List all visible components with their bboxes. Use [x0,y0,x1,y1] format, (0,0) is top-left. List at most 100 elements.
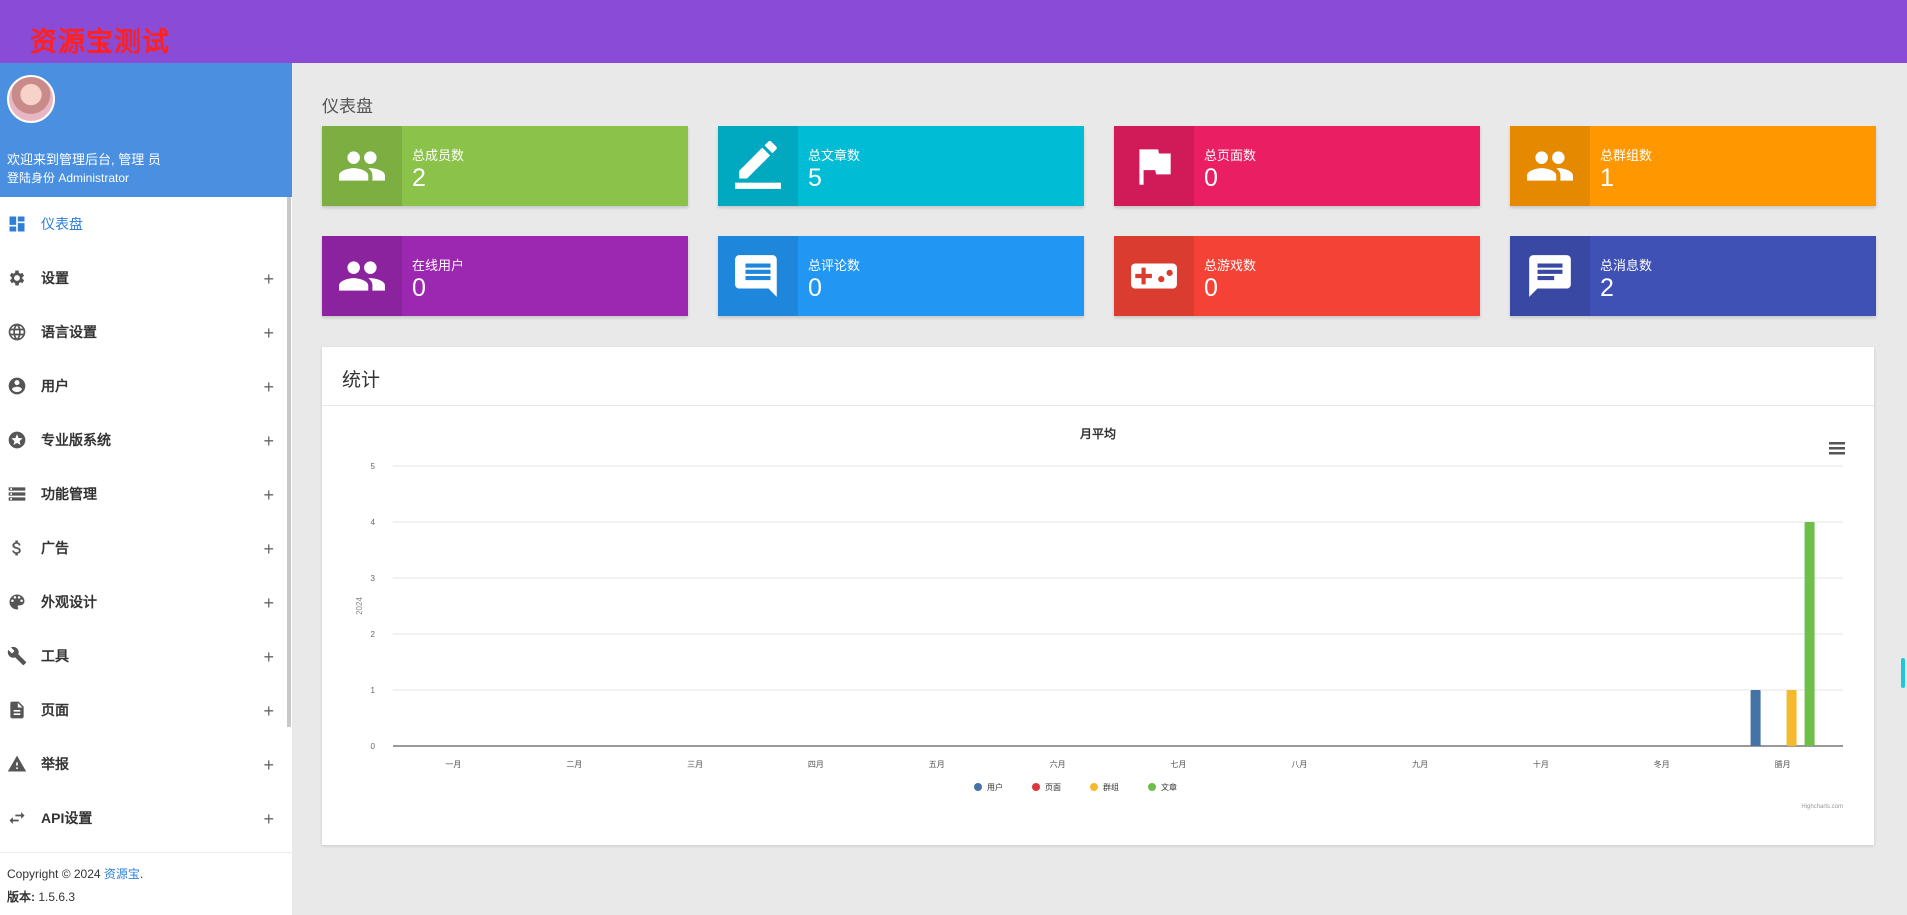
page-title: 仪表盘 [322,97,373,116]
expand-plus-icon[interactable]: + [263,269,274,290]
stat-card-label: 总成员数 [412,148,465,163]
expand-plus-icon[interactable]: + [263,593,274,614]
y-axis-label: 2024 [355,597,364,615]
sidebar-item-1[interactable]: 设置 + [0,251,292,305]
copyright-link[interactable]: 资源宝 [104,867,140,881]
sidebar-item-label: 设置 [41,270,69,286]
stat-card[interactable]: 总消息数 2 [1510,236,1876,316]
stat-card[interactable]: 总评论数 0 [718,236,1084,316]
stat-card-label: 总游戏数 [1204,258,1257,273]
expand-plus-icon[interactable]: + [263,377,274,398]
stat-card-value: 2 [412,164,426,192]
stat-card[interactable]: 总群组数 1 [1510,126,1876,206]
page-scrollbar-thumb[interactable] [1901,658,1905,688]
page-scrollbar[interactable] [1899,636,1907,696]
sidebar-item-6[interactable]: 广告 + [0,521,292,575]
edit-icon [718,126,798,206]
copyright-text: Copyright © 2024 [7,867,104,881]
legend-label[interactable]: 文章 [1161,782,1177,792]
sidebar-item-10[interactable]: 举报 + [0,737,292,791]
stat-card-label: 总消息数 [1600,258,1653,273]
sidebar-item-0[interactable]: 仪表盘 [0,197,292,251]
stat-card-value: 0 [808,274,822,302]
welcome-text: 欢迎来到管理后台, 管理 员 [7,152,161,167]
expand-plus-icon[interactable]: + [263,323,274,344]
avatar[interactable] [7,75,55,123]
x-tick-label: 十月 [1533,759,1549,769]
expand-plus-icon[interactable]: + [263,647,274,668]
bar-群组[interactable] [1786,690,1797,746]
sidebar-item-label: API设置 [41,810,93,826]
stat-card-label: 总群组数 [1600,148,1653,163]
star-icon [7,430,27,450]
stat-card-label: 总评论数 [808,258,861,273]
sidebar-item-label: 页面 [41,702,69,718]
sidebar-item-4[interactable]: 专业版系统 + [0,413,292,467]
storage-icon [7,484,27,504]
chart-credit[interactable]: Highcharts.com [1801,804,1843,810]
expand-plus-icon[interactable]: + [263,755,274,776]
sidebar-divider [0,852,292,853]
legend-marker[interactable] [1090,783,1098,791]
stat-card[interactable]: 总游戏数 0 [1114,236,1480,316]
legend-label[interactable]: 用户 [987,782,1003,792]
version-value: 1.5.6.3 [35,890,76,904]
sidebar-item-2[interactable]: 语言设置 + [0,305,292,359]
brand-title[interactable]: 资源宝测试 [30,20,170,59]
x-tick-label: 五月 [929,760,945,769]
wrench-icon [7,646,27,666]
y-tick-label: 5 [371,462,376,471]
sidebar-item-11[interactable]: API设置 + [0,791,292,845]
legend-marker[interactable] [1032,783,1040,791]
stat-card-value: 0 [412,274,426,302]
legend-marker[interactable] [1148,783,1156,791]
y-tick-label: 2 [371,630,376,639]
message-icon [1510,236,1590,316]
sidebar-scrollbar[interactable] [287,197,291,727]
sidebar-item-label: 用户 [41,378,69,394]
expand-plus-icon[interactable]: + [263,701,274,722]
stat-card[interactable]: 总成员数 2 [322,126,688,206]
x-tick-label: 三月 [687,760,703,769]
sidebar-item-label: 仪表盘 [41,216,83,232]
bar-文章[interactable] [1804,522,1815,746]
sidebar-item-label: 举报 [41,756,69,772]
sidebar-item-label: 广告 [41,540,69,556]
version-line: 版本: 1.5.6.3 [7,886,143,909]
sidebar-item-5[interactable]: 功能管理 + [0,467,292,521]
sidebar-item-3[interactable]: 用户 + [0,359,292,413]
expand-plus-icon[interactable]: + [263,539,274,560]
dollar-icon [7,538,27,558]
dashboard-icon [7,214,27,234]
swap-icon [7,808,27,828]
legend-marker[interactable] [974,783,982,791]
sidebar-item-9[interactable]: 页面 + [0,683,292,737]
sidebar-item-label: 工具 [41,648,69,664]
panel-title: 统计 [342,370,381,391]
sidebar-item-7[interactable]: 外观设计 + [0,575,292,629]
copyright-line: Copyright © 2024 资源宝. [7,863,143,886]
stat-card[interactable]: 总页面数 0 [1114,126,1480,206]
stat-card[interactable]: 总文章数 5 [718,126,1084,206]
monthly-chart: 月平均 0 1 2 3 4 5 2024 一月 二月 三月 四月 五月 六月 七月 八月 九月 十月 冬月 腊月用户 页… [355,426,1845,810]
user-icon [7,376,27,396]
expand-plus-icon[interactable]: + [263,485,274,506]
x-tick-label: 四月 [808,760,824,769]
sidebar-item-8[interactable]: 工具 + [0,629,292,683]
x-tick-label: 六月 [1050,759,1066,769]
bar-用户[interactable] [1750,690,1761,746]
people-icon [322,236,402,316]
legend-label[interactable]: 群组 [1103,782,1119,792]
x-tick-label: 八月 [1291,760,1307,769]
chart-menu-icon[interactable] [1829,442,1845,455]
comment-icon [718,236,798,316]
user-role: 登陆身份 Administrator [7,171,130,185]
legend-label[interactable]: 页面 [1045,783,1061,792]
stat-card[interactable]: 在线用户 0 [322,236,688,316]
version-label: 版本: [7,890,35,904]
x-tick-label: 腊月 [1775,760,1791,769]
x-tick-label: 九月 [1412,760,1428,769]
expand-plus-icon[interactable]: + [263,809,274,830]
stat-card-value: 0 [1204,274,1218,302]
expand-plus-icon[interactable]: + [263,431,274,452]
